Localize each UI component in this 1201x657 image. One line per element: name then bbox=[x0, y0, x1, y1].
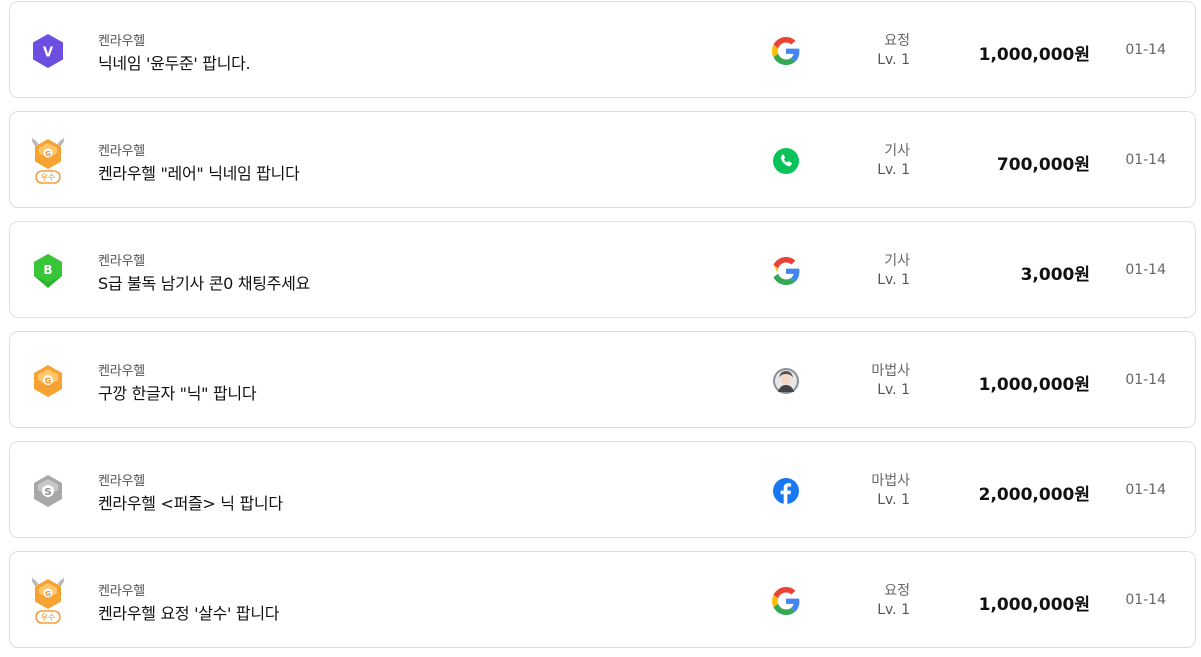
google-icon bbox=[772, 37, 800, 65]
g-rank-icon: G bbox=[30, 362, 66, 400]
listing-date: 01-14 bbox=[1125, 262, 1166, 278]
listing-title[interactable]: 구깡 한글자 "닉" 팝니다 bbox=[98, 380, 257, 404]
v-rank-icon: V bbox=[30, 32, 66, 70]
listing-price: 700,000원 bbox=[996, 155, 1090, 175]
character-level: Lv. 1 bbox=[877, 272, 910, 288]
svg-text:G: G bbox=[45, 150, 51, 158]
svg-text:G: G bbox=[45, 590, 51, 598]
character-class: 요정 bbox=[884, 583, 910, 599]
character-level: Lv. 1 bbox=[877, 162, 910, 178]
character-level: Lv. 1 bbox=[877, 382, 910, 398]
character-class: 요정 bbox=[884, 33, 910, 49]
character-class: 기사 bbox=[884, 143, 910, 159]
badge-label: 우수 bbox=[41, 173, 56, 182]
server-name: 켄라우헬 bbox=[98, 34, 146, 49]
server-name: 켄라우헬 bbox=[98, 144, 146, 159]
listing-title[interactable]: 켄라우헬 <퍼즐> 닉 팝니다 bbox=[98, 490, 283, 514]
listing-title[interactable]: 켄라우헬 요정 '살수' 팝니다 bbox=[98, 600, 279, 624]
listing-date: 01-14 bbox=[1125, 152, 1166, 168]
listing-title[interactable]: S급 불독 남기사 콘0 채팅주세요 bbox=[98, 270, 310, 294]
excellent-seller-icon: G 우수 bbox=[30, 576, 66, 626]
avatar-icon bbox=[772, 367, 800, 395]
svg-text:B: B bbox=[43, 263, 52, 277]
character-level: Lv. 1 bbox=[877, 52, 910, 68]
phone-icon bbox=[772, 147, 800, 175]
listing-date: 01-14 bbox=[1125, 482, 1166, 498]
character-class: 마법사 bbox=[871, 473, 910, 489]
listing-date: 01-14 bbox=[1125, 42, 1166, 58]
listing-row[interactable]: G 우수 켄라우헬 켄라우헬 요정 '살수' 팝니다 요정 Lv. 1 1,00… bbox=[9, 551, 1196, 648]
listing-price: 1,000,000원 bbox=[978, 45, 1090, 65]
google-icon bbox=[772, 257, 800, 285]
server-name: 켄라우헬 bbox=[98, 474, 146, 489]
svg-text:S: S bbox=[44, 487, 51, 498]
server-name: 켄라우헬 bbox=[98, 584, 146, 599]
badge-label: 우수 bbox=[41, 613, 56, 622]
character-level: Lv. 1 bbox=[877, 492, 910, 508]
character-class: 기사 bbox=[884, 253, 910, 269]
listing-price: 2,000,000원 bbox=[978, 485, 1090, 505]
listing-row[interactable]: V 켄라우헬 닉네임 '윤두준' 팝니다. 요정 Lv. 1 1,000,000… bbox=[9, 1, 1196, 98]
google-icon bbox=[772, 587, 800, 615]
listing-date: 01-14 bbox=[1125, 592, 1166, 608]
svg-text:V: V bbox=[43, 46, 53, 61]
character-class: 마법사 bbox=[871, 363, 910, 379]
facebook-icon bbox=[772, 477, 800, 505]
listing-title[interactable]: 켄라우헬 "레어" 닉네임 팝니다 bbox=[98, 160, 300, 184]
listing-row[interactable]: G 켄라우헬 구깡 한글자 "닉" 팝니다 마법사 Lv. 1 1,000,00… bbox=[9, 331, 1196, 428]
svg-text:G: G bbox=[45, 377, 52, 386]
listing-price: 1,000,000원 bbox=[978, 375, 1090, 395]
listing-title[interactable]: 닉네임 '윤두준' 팝니다. bbox=[98, 50, 251, 74]
listing-price: 3,000원 bbox=[1020, 265, 1090, 285]
listing-date: 01-14 bbox=[1125, 372, 1166, 388]
character-level: Lv. 1 bbox=[877, 602, 910, 618]
listing-row[interactable]: B 켄라우헬 S급 불독 남기사 콘0 채팅주세요 기사 Lv. 1 3,000… bbox=[9, 221, 1196, 318]
server-name: 켄라우헬 bbox=[98, 254, 146, 269]
listing-price: 1,000,000원 bbox=[978, 595, 1090, 615]
b-rank-icon: B bbox=[30, 252, 66, 290]
s-rank-icon: S bbox=[30, 472, 66, 510]
server-name: 켄라우헬 bbox=[98, 364, 146, 379]
listing-row[interactable]: S 켄라우헬 켄라우헬 <퍼즐> 닉 팝니다 마법사 Lv. 1 2,000,0… bbox=[9, 441, 1196, 538]
excellent-seller-icon: G 우수 bbox=[30, 136, 66, 186]
listing-list: V 켄라우헬 닉네임 '윤두준' 팝니다. 요정 Lv. 1 1,000,000… bbox=[0, 0, 1201, 657]
listing-row[interactable]: G 우수 켄라우헬 켄라우헬 "레어" 닉네임 팝니다 기사 Lv. 1 700… bbox=[9, 111, 1196, 208]
